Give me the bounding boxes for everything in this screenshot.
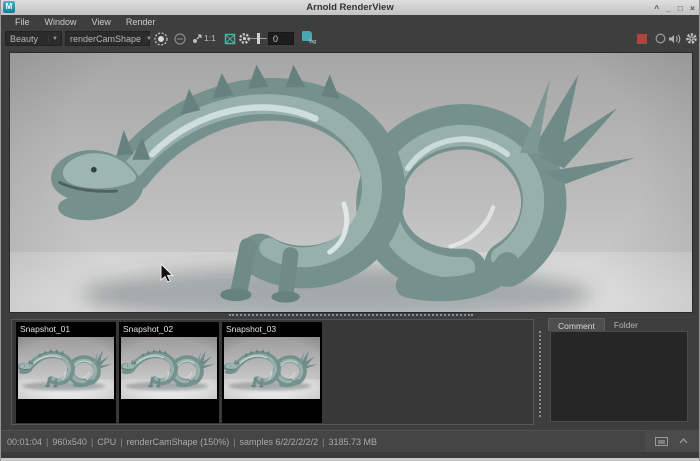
exposure-value-field[interactable]: 0	[268, 32, 294, 45]
camera-select[interactable]: renderCamShape ▼	[65, 31, 150, 46]
log-icon-label: log	[309, 39, 316, 45]
snapshot-label: Snapshot_01	[16, 322, 116, 336]
menu-file[interactable]: File	[15, 17, 30, 27]
status-samples: samples 6/2/2/2/2/2	[240, 437, 319, 447]
status-separator: |	[318, 437, 328, 447]
snapshot-thumbnail[interactable]	[18, 337, 114, 399]
camera-select-value: renderCamShape	[66, 34, 145, 44]
maximize-button[interactable]: □	[678, 3, 683, 13]
status-separator: |	[87, 437, 97, 447]
rendered-image-dragon	[10, 53, 692, 312]
horizontal-splitter-handle[interactable]	[229, 314, 473, 316]
close-button[interactable]: ×	[690, 3, 695, 13]
status-render-time: 00:01:04	[7, 437, 42, 447]
status-memory: 3185.73 MB	[328, 437, 377, 447]
save-image-icon[interactable]	[655, 436, 668, 447]
tab-folder[interactable]: Folder	[605, 318, 647, 331]
snapshot-card[interactable]: Snapshot_02	[119, 322, 219, 423]
render-viewport[interactable]	[9, 52, 693, 313]
statusbar: 00:01:04 | 960x540 | CPU | renderCamShap…	[1, 430, 699, 452]
snapshot-thumbnail-image	[18, 337, 114, 399]
snapshots-panel: Snapshot_01 Snapshot_02 Snapshot_03	[11, 319, 534, 425]
tab-comment[interactable]: Comment	[548, 318, 605, 331]
status-camera: renderCamShape (150%)	[127, 437, 230, 447]
snapshot-card[interactable]: Snapshot_03	[222, 322, 322, 423]
toolbar: Beauty ▼ renderCamShape ▼ 1:1 0 log	[1, 28, 699, 48]
snapshot-label: Snapshot_03	[222, 322, 322, 336]
menu-render[interactable]: Render	[126, 17, 156, 27]
vertical-splitter-handle[interactable]	[539, 331, 541, 417]
snapshot-label: Snapshot_02	[119, 322, 219, 336]
menu-window[interactable]: Window	[45, 17, 77, 27]
status-separator: |	[42, 437, 52, 447]
arnold-renderview-window: M Arnold RenderView ^ _ □ × File Window …	[0, 0, 700, 461]
mouse-cursor-icon	[160, 263, 174, 283]
snapshot-thumbnail[interactable]	[121, 337, 217, 399]
refresh-render-icon[interactable]	[653, 31, 668, 46]
pan-zoom-icon[interactable]	[189, 31, 204, 46]
window-title: Arnold RenderView	[1, 2, 699, 13]
notification-sound-icon[interactable]	[667, 31, 682, 46]
titlebar: M Arnold RenderView ^ _ □ ×	[1, 0, 699, 15]
settings-gear-icon[interactable]	[684, 31, 699, 46]
chevron-down-icon: ▼	[48, 36, 61, 42]
test-resolution-icon[interactable]	[222, 31, 237, 46]
minimize-button[interactable]: _	[666, 3, 671, 13]
exposure-slider-handle[interactable]	[257, 33, 260, 44]
log-display-icon[interactable]: log	[301, 31, 315, 45]
chevron-down-icon: ▼	[145, 36, 152, 42]
region-render-icon[interactable]	[153, 31, 168, 46]
stop-render-button[interactable]	[634, 31, 649, 46]
app-icon-letter: M	[6, 2, 13, 11]
aov-select-value: Beauty	[6, 34, 48, 44]
snapshot-thumbnail-image	[224, 337, 320, 399]
maya-app-icon: M	[3, 1, 15, 13]
snapshot-card[interactable]: Snapshot_01	[16, 322, 116, 423]
status-device: CPU	[97, 437, 116, 447]
zoom-1to1-button[interactable]: 1:1	[204, 33, 216, 43]
snapshot-thumbnail[interactable]	[224, 337, 320, 399]
status-separator: |	[116, 437, 126, 447]
collapse-chevron-icon[interactable]	[678, 437, 689, 445]
status-separator: |	[229, 437, 239, 447]
comment-text-area[interactable]	[550, 331, 688, 422]
snapshot-thumbnail-image	[121, 337, 217, 399]
statusbar-right	[645, 430, 699, 452]
aov-select[interactable]: Beauty ▼	[5, 31, 62, 46]
menu-view[interactable]: View	[92, 17, 111, 27]
menubar: File Window View Render	[1, 15, 699, 28]
comment-panel: Comment Folder	[546, 318, 692, 426]
isolate-selected-icon[interactable]	[172, 31, 187, 46]
status-resolution: 960x540	[52, 437, 87, 447]
panel-tabs: Comment Folder	[548, 318, 692, 331]
shade-button[interactable]: ^	[654, 3, 659, 13]
